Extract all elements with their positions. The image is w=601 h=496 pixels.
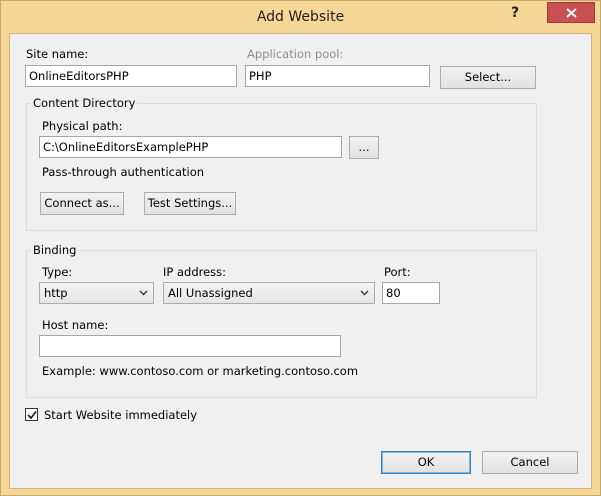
help-button[interactable]: ? — [501, 2, 529, 24]
application-pool-label: Application pool: — [247, 47, 344, 61]
close-button[interactable] — [547, 2, 595, 23]
checkmark-icon — [27, 410, 37, 420]
chevron-down-icon — [139, 290, 148, 296]
title-bar[interactable]: Add Website ? — [1, 1, 600, 34]
host-name-input[interactable] — [39, 335, 341, 357]
port-label: Port: — [384, 265, 411, 279]
binding-title: Binding — [31, 243, 79, 257]
type-label: Type: — [42, 265, 73, 279]
dialog-body: Site name: OnlineEditorsPHP Application … — [9, 33, 592, 489]
pass-through-auth-text: Pass-through authentication — [42, 165, 205, 179]
site-name-label: Site name: — [26, 47, 89, 61]
close-icon — [566, 8, 577, 18]
browse-path-button[interactable]: ... — [349, 136, 379, 159]
select-pool-button[interactable]: Select... — [440, 66, 536, 89]
host-name-example-text: Example: www.contoso.com or marketing.co… — [42, 364, 359, 378]
type-select-value: http — [44, 286, 68, 300]
ip-address-select-value: All Unassigned — [168, 286, 253, 300]
content-directory-title: Content Directory — [31, 96, 138, 110]
physical-path-label: Physical path: — [42, 119, 123, 133]
application-pool-input: PHP — [245, 65, 430, 87]
start-website-checkbox[interactable] — [25, 408, 38, 421]
ip-address-label: IP address: — [163, 265, 227, 279]
port-input[interactable]: 80 — [382, 282, 440, 304]
type-select[interactable]: http — [39, 282, 154, 304]
ok-button[interactable]: OK — [381, 451, 471, 474]
test-settings-button[interactable]: Test Settings... — [144, 192, 236, 215]
cancel-button[interactable]: Cancel — [482, 451, 578, 474]
host-name-label: Host name: — [42, 318, 109, 332]
start-website-label[interactable]: Start Website immediately — [44, 408, 197, 422]
add-website-dialog: Add Website ? Site name: OnlineEditorsPH… — [0, 0, 601, 496]
physical-path-input[interactable]: C:\OnlineEditorsExamplePHP — [39, 136, 342, 158]
connect-as-button[interactable]: Connect as... — [40, 192, 124, 215]
chevron-down-icon — [360, 290, 369, 296]
ip-address-select[interactable]: All Unassigned — [163, 282, 375, 304]
site-name-input[interactable]: OnlineEditorsPHP — [25, 65, 237, 87]
